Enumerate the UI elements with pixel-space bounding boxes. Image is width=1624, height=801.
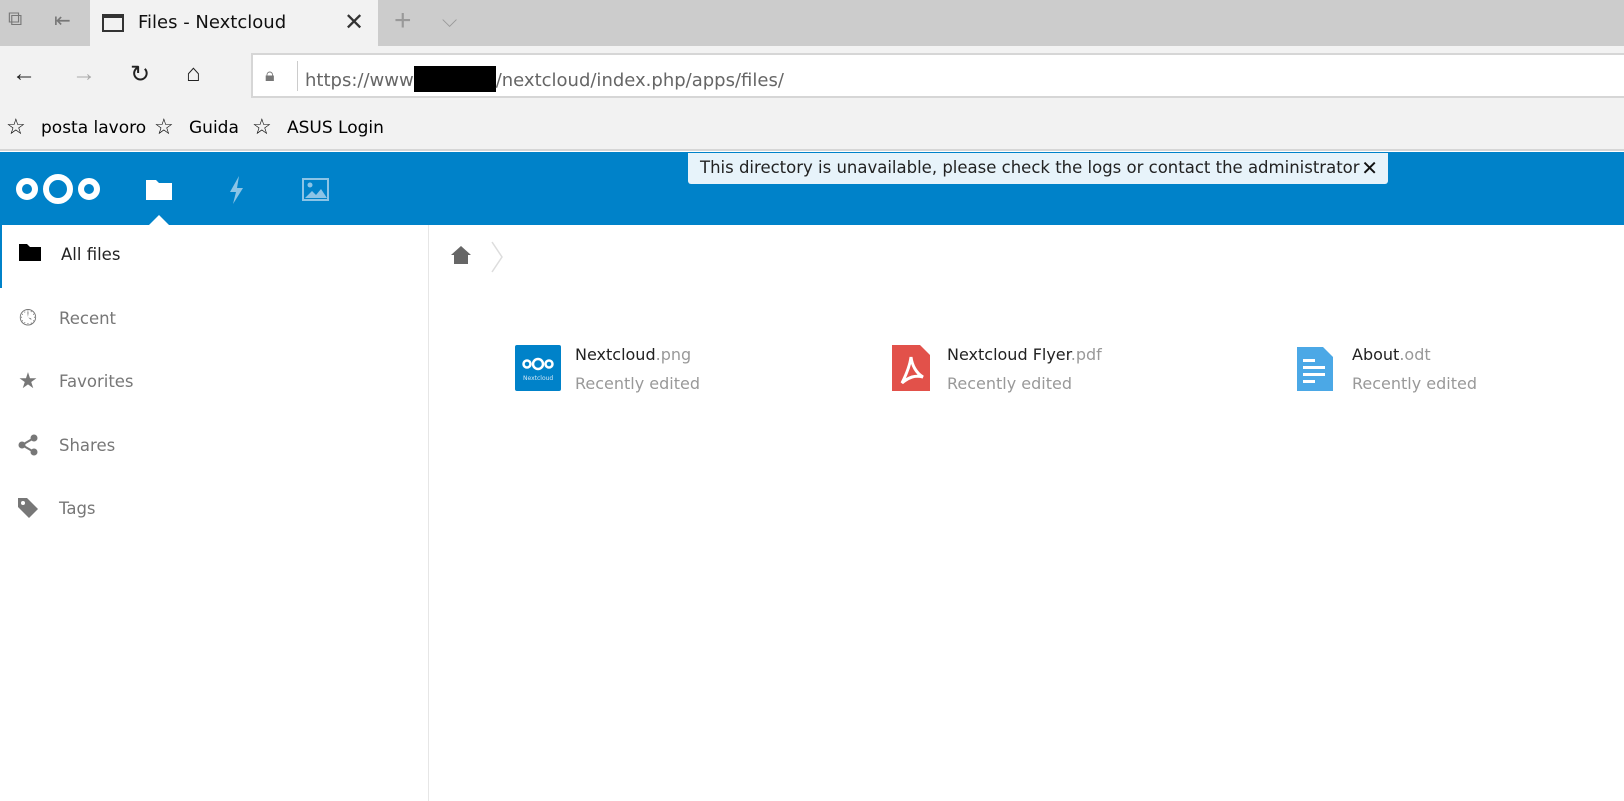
image-thumbnail: Nextcloud [515, 345, 561, 391]
sidebar-item-recent[interactable]: 🕓︎ Recent [0, 289, 428, 352]
bookmark-posta-lavoro[interactable]: posta lavoro [41, 118, 146, 138]
activity-icon[interactable] [228, 176, 246, 204]
set-aside-tabs-icon[interactable]: ⇤ [54, 8, 71, 33]
sidebar: All files 🕓︎ Recent ★ Favorites Shares T… [0, 225, 429, 801]
error-notification: This directory is unavailable, please ch… [688, 153, 1388, 184]
bookmark-guida[interactable]: Guida [189, 118, 239, 138]
sidebar-item-favorites[interactable]: ★ Favorites [0, 352, 428, 415]
file-name: Nextcloud Flyer [947, 345, 1071, 364]
chevron-down-icon[interactable]: ⌵ [442, 10, 457, 33]
forward-icon[interactable]: → [72, 60, 96, 88]
bookmarks-bar: ☆ posta lavoro ☆ Guida ☆ ASUS Login [0, 108, 1624, 151]
close-tab-icon[interactable]: ✕ [344, 8, 364, 37]
recent-file-item[interactable]: Nextcloud Flyer.pdf Recently edited [892, 345, 1102, 393]
sidebar-item-label: Recent [59, 309, 117, 328]
thumbnail-text: Nextcloud [523, 375, 554, 382]
home-icon[interactable] [450, 245, 472, 265]
bookmark-asus-login[interactable]: ASUS Login [287, 118, 384, 138]
files-app-icon[interactable] [146, 178, 172, 200]
share-icon [16, 434, 40, 458]
gallery-icon[interactable] [302, 178, 329, 201]
file-name: About [1352, 345, 1400, 364]
star-icon: ☆ [252, 114, 272, 139]
url-prefix: https://www [305, 70, 414, 91]
recent-file-item[interactable]: Nextcloud Nextcloud.png Recently edited [515, 345, 700, 393]
folder-icon [18, 243, 42, 267]
active-app-indicator [149, 215, 169, 225]
sidebar-item-label: Favorites [59, 372, 134, 391]
close-notification-icon[interactable]: ✕ [1361, 156, 1378, 180]
url-text: https://www/nextcloud/index.php/apps/fil… [305, 66, 784, 92]
star-icon: ★ [18, 369, 38, 394]
sidebar-item-label: All files [61, 245, 121, 264]
file-status: Recently edited [947, 374, 1073, 393]
notification-text: This directory is unavailable, please ch… [700, 158, 1360, 177]
document-file-icon [1297, 347, 1333, 391]
browser-tab[interactable]: Files - Nextcloud ✕ [90, 0, 378, 46]
home-icon[interactable]: ⌂ [186, 60, 201, 88]
nextcloud-logo[interactable] [12, 172, 104, 206]
address-bar[interactable]: 🔒︎ https://www/nextcloud/index.php/apps/… [251, 53, 1624, 98]
sidebar-item-shares[interactable]: Shares [0, 416, 428, 479]
back-icon[interactable]: ← [12, 60, 36, 88]
breadcrumb-separator-icon [491, 241, 503, 273]
sidebar-item-label: Shares [59, 436, 116, 455]
file-extension: .png [655, 345, 692, 364]
file-status: Recently edited [1352, 374, 1478, 393]
file-extension: .pdf [1070, 345, 1102, 364]
file-status: Recently edited [575, 374, 701, 393]
file-name: Nextcloud [575, 345, 656, 364]
url-suffix: /nextcloud/index.php/apps/files/ [495, 70, 784, 91]
tab-title: Files - Nextcloud [138, 12, 287, 33]
tab-page-icon [102, 14, 124, 32]
sidebar-item-tags[interactable]: Tags [0, 479, 428, 542]
redacted-block [413, 66, 496, 92]
lock-icon: 🔒︎ [265, 65, 275, 85]
tab-list-icon[interactable]: ⧉ [8, 8, 22, 31]
pdf-file-icon [892, 345, 930, 391]
clock-icon: 🕓︎ [19, 306, 37, 331]
recent-file-item[interactable]: About.odt Recently edited [1297, 345, 1477, 393]
file-extension: .odt [1399, 345, 1431, 364]
sidebar-item-all-files[interactable]: All files [0, 225, 428, 288]
new-tab-icon[interactable]: + [394, 4, 412, 38]
refresh-icon[interactable]: ↻ [130, 60, 150, 89]
tag-icon [16, 497, 40, 521]
breadcrumb [450, 241, 503, 273]
star-icon: ☆ [154, 114, 174, 139]
sidebar-item-label: Tags [59, 499, 96, 518]
browser-tab-bar: ⧉ ⇤ Files - Nextcloud ✕ + ⌵ [0, 0, 1624, 46]
star-icon: ☆ [6, 114, 26, 139]
